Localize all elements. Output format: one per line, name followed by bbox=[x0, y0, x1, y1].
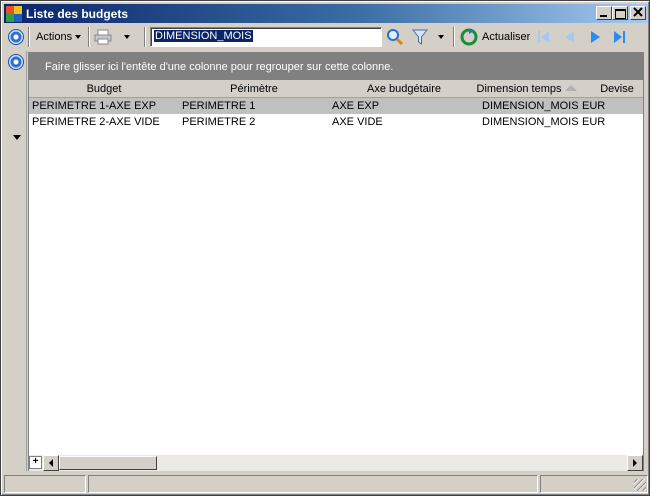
cell-axe-budgetaire: AXE EXP bbox=[332, 100, 380, 112]
table-row[interactable]: PERIMETRE 2-AXE VIDE PERIMETRE 2 AXE VID… bbox=[29, 114, 643, 130]
column-header-dimension-temps-label: Dimension temps bbox=[476, 83, 562, 95]
first-bar-icon bbox=[538, 31, 540, 43]
actions-label: Actions bbox=[36, 31, 73, 43]
resize-grip-icon[interactable] bbox=[634, 479, 646, 491]
scroll-right-button[interactable] bbox=[627, 455, 643, 471]
status-pane-middle bbox=[88, 475, 538, 493]
column-header-axe-budgetaire[interactable]: Axe budgétaire bbox=[329, 80, 479, 98]
filter-icon bbox=[412, 29, 428, 45]
toolbar: Actions DIMENSION_MOIS Actualiser bbox=[4, 25, 648, 49]
column-header-row: Budget Périmètre Axe budgétaire Dimensio… bbox=[29, 80, 643, 98]
budget-grid: Faire glisser ici l'entête d'une colonne… bbox=[28, 52, 644, 471]
column-header-devise[interactable]: Devise bbox=[591, 80, 643, 98]
grid-side-panel bbox=[5, 51, 27, 471]
cell-devise: EUR bbox=[582, 100, 606, 112]
group-by-hint: Faire glisser ici l'entête d'une colonne… bbox=[45, 61, 394, 73]
arrow-right-icon bbox=[633, 459, 637, 467]
scroll-left-button[interactable] bbox=[43, 455, 59, 471]
refresh-icon bbox=[460, 28, 478, 46]
chevron-down-icon bbox=[438, 35, 444, 39]
window-title: Liste des budgets bbox=[26, 7, 129, 21]
next-page-button[interactable] bbox=[591, 25, 600, 49]
print-button[interactable] bbox=[94, 25, 130, 49]
table-row[interactable]: PERIMETRE 1-AXE EXP PERIMETRE 1 AXE EXP … bbox=[29, 98, 643, 114]
chevron-down-icon bbox=[75, 35, 82, 39]
options-button[interactable] bbox=[8, 25, 24, 49]
status-bar bbox=[4, 475, 648, 493]
status-pane-right bbox=[540, 475, 648, 493]
group-by-area[interactable]: Faire glisser ici l'entête d'une colonne… bbox=[29, 53, 643, 80]
refresh-label: Actualiser bbox=[482, 31, 531, 43]
arrow-left-icon bbox=[49, 459, 53, 467]
cell-axe-budgetaire: AXE VIDE bbox=[332, 116, 383, 128]
actions-menu-button[interactable]: Actions bbox=[36, 25, 82, 49]
column-header-budget[interactable]: Budget bbox=[29, 80, 179, 98]
cell-dimension-temps: DIMENSION_MOIS bbox=[482, 116, 579, 128]
search-input[interactable]: DIMENSION_MOIS bbox=[150, 27, 382, 47]
refresh-button[interactable]: Actualiser bbox=[460, 25, 530, 49]
filter-button[interactable] bbox=[412, 25, 444, 49]
budget-list-window: Liste des budgets Actions DIMENSION_MOIS… bbox=[0, 0, 650, 496]
previous-page-button[interactable] bbox=[565, 25, 574, 49]
cell-perimetre: PERIMETRE 1 bbox=[182, 100, 256, 112]
cell-budget: PERIMETRE 2-AXE VIDE bbox=[32, 116, 160, 128]
sort-ascending-icon bbox=[565, 85, 578, 91]
search-input-value: DIMENSION_MOIS bbox=[154, 30, 253, 42]
scrollbar-thumb[interactable] bbox=[59, 456, 157, 470]
previous-page-icon bbox=[565, 31, 574, 43]
cell-devise: EUR bbox=[582, 116, 606, 128]
title-bar[interactable]: Liste des budgets bbox=[4, 4, 648, 23]
column-header-dimension-temps[interactable]: Dimension temps bbox=[473, 80, 581, 98]
maximize-button[interactable] bbox=[612, 6, 628, 20]
last-page-icon bbox=[614, 31, 622, 43]
cell-budget: PERIMETRE 1-AXE EXP bbox=[32, 100, 157, 112]
cell-dimension-temps: DIMENSION_MOIS bbox=[482, 100, 579, 112]
last-page-button[interactable] bbox=[614, 25, 625, 49]
minimize-button[interactable] bbox=[596, 6, 612, 20]
search-button[interactable] bbox=[386, 25, 404, 49]
row-selector-arrow-icon[interactable] bbox=[13, 135, 21, 140]
cell-perimetre: PERIMETRE 2 bbox=[182, 116, 256, 128]
column-header-perimetre[interactable]: Périmètre bbox=[179, 80, 329, 98]
first-page-icon bbox=[541, 31, 549, 43]
first-page-button[interactable] bbox=[538, 25, 549, 49]
grid-options-icon[interactable] bbox=[8, 54, 24, 70]
status-pane-left bbox=[4, 475, 86, 493]
close-button[interactable] bbox=[630, 6, 646, 20]
options-circle-icon bbox=[8, 29, 24, 45]
chevron-down-icon bbox=[124, 35, 130, 39]
close-icon bbox=[633, 7, 643, 17]
app-icon bbox=[6, 6, 22, 22]
search-icon bbox=[387, 29, 404, 46]
next-page-icon bbox=[591, 31, 600, 43]
printer-icon bbox=[94, 29, 112, 45]
horizontal-scrollbar[interactable] bbox=[29, 455, 643, 471]
add-row-button[interactable]: + bbox=[29, 456, 42, 469]
last-bar-icon bbox=[623, 31, 625, 43]
